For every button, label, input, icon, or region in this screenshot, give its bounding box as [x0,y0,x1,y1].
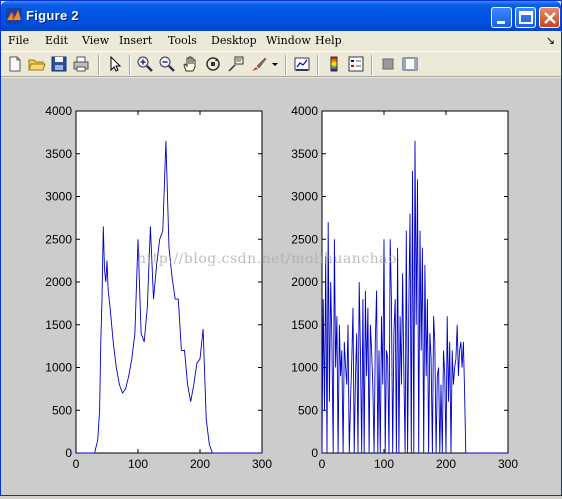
y-tick-label: 3000 [45,190,72,204]
close-button[interactable] [539,7,560,28]
y-tick-label: 2500 [291,232,318,246]
y-tick-label: 1500 [291,318,318,332]
window-title: Figure 2 [26,8,79,23]
y-tick-label: 500 [298,403,318,417]
data-cursor-icon[interactable] [227,55,245,73]
menu-file[interactable]: File [8,34,29,47]
menu-desktop[interactable]: Desktop [211,34,257,47]
menu-view[interactable]: View [82,34,109,47]
link-plot-icon[interactable] [293,55,311,73]
figure-canvas: 0 500 1000 1500 2000 2500 3000 3500 4000 0 100 200 3… [1,78,561,495]
y-tick-label: 2000 [291,275,318,289]
close-icon [544,12,556,24]
toolbar-separator [98,55,100,75]
y-tick-label: 3500 [45,147,72,161]
maximize-icon [519,11,533,24]
x-tick-label: 100 [128,457,148,471]
edit-plot-arrow-icon[interactable] [106,55,124,73]
x-tick-label: 0 [319,457,326,471]
axes-1-plot-area [75,110,263,454]
save-icon[interactable] [50,55,68,73]
figure-window: Figure 2 File Edit View Insert Tools Des… [0,0,562,496]
show-plot-tools-icon[interactable] [401,55,419,73]
figure-toolbar [1,51,561,77]
x-tick-label: 300 [498,457,518,471]
toolbar-separator [129,55,131,75]
y-tick-label: 4000 [45,104,72,118]
open-file-icon[interactable] [28,55,46,73]
toolbar-separator [285,55,287,75]
y-tick-label: 0 [65,446,72,460]
rotate-3d-icon[interactable] [204,55,222,73]
y-tick-label: 0 [311,446,318,460]
x-tick-label: 100 [374,457,394,471]
toolbar-separator [371,55,373,75]
minimize-icon [497,21,505,24]
hide-plot-tools-icon[interactable] [379,55,397,73]
y-tick-label: 2000 [45,275,72,289]
menu-window[interactable]: Window [266,34,311,47]
pan-hand-icon[interactable] [181,55,199,73]
legend-icon[interactable] [347,55,365,73]
colorbar-icon[interactable] [325,55,343,73]
y-tick-label: 500 [52,403,72,417]
menu-help[interactable]: Help [315,34,342,47]
toolbar-separator [317,55,319,75]
zoom-out-icon[interactable] [158,55,176,73]
y-tick-label: 1500 [45,318,72,332]
x-tick-label: 200 [190,457,210,471]
matlab-logo-icon [6,8,22,24]
menu-insert[interactable]: Insert [119,34,152,47]
y-tick-label: 3000 [291,190,318,204]
y-tick-label: 1000 [45,361,72,375]
minimize-button[interactable] [491,7,512,28]
menu-edit[interactable]: Edit [45,34,68,47]
menu-bar: File Edit View Insert Tools Desktop Wind… [1,31,561,51]
plot-canvas: 050010001500200025003000350040000 100 200 3… [45,104,518,471]
y-tick-label: 4000 [291,104,318,118]
menu-overflow-arrow[interactable]: ↘ [546,34,555,47]
menu-tools[interactable]: Tools [168,34,197,47]
zoom-in-icon[interactable] [136,55,154,73]
x-tick-label: 0 [73,457,80,471]
y-tick-label: 3500 [291,147,318,161]
x-tick-label: 300 [252,457,272,471]
new-figure-icon[interactable] [6,55,24,73]
y-tick-label: 1000 [291,361,318,375]
maximize-button[interactable] [515,7,536,28]
brush-icon[interactable] [250,55,268,73]
y-tick-label: 2500 [45,232,72,246]
brush-dropdown-icon[interactable] [271,55,279,73]
x-tick-label: 200 [436,457,456,471]
watermark-text: http://blog.csdn.net/molihuanchao [137,251,397,267]
print-icon[interactable] [72,55,90,73]
title-bar[interactable]: Figure 2 [1,1,561,31]
